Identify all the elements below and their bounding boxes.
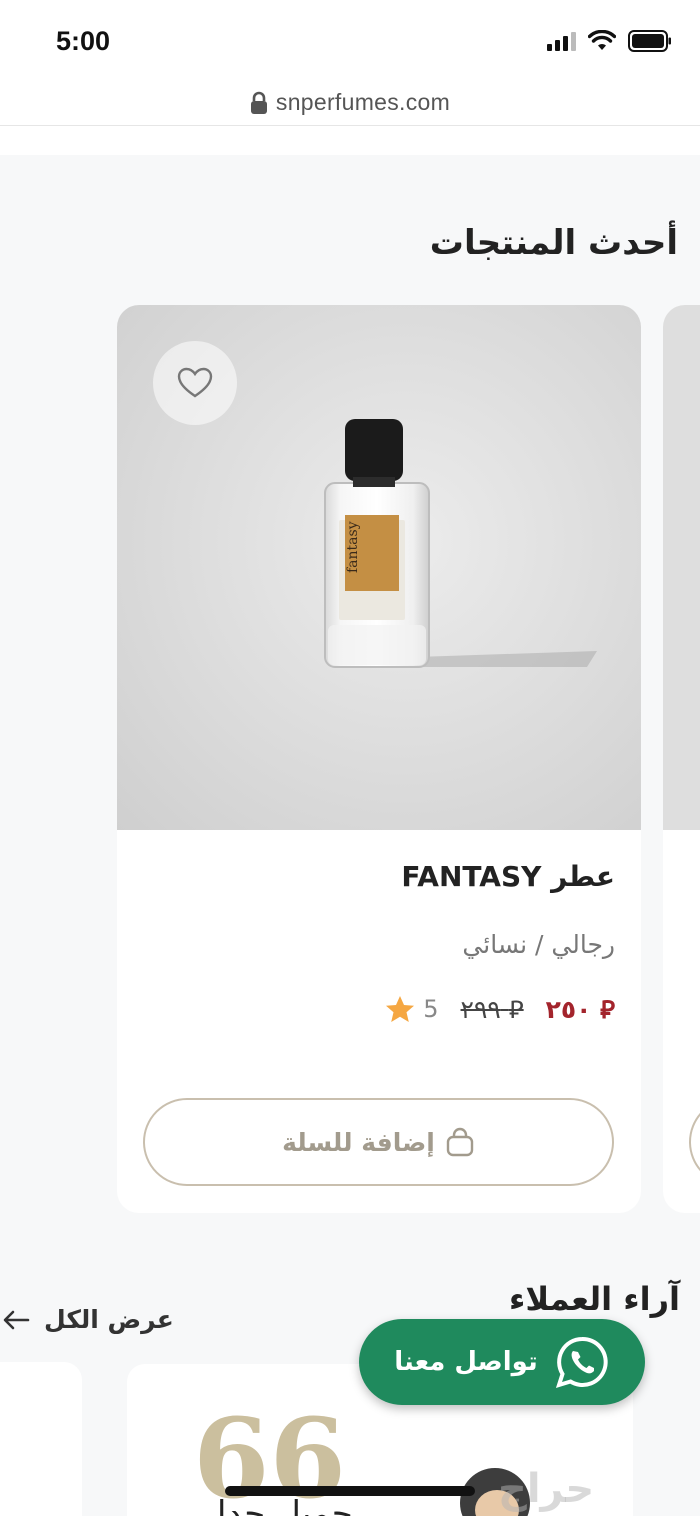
bag-icon xyxy=(446,1127,474,1157)
add-to-cart-label: إضافة للسلة xyxy=(282,1127,435,1157)
product-name[interactable]: عطر FANTASY xyxy=(401,860,615,893)
watermark-logo: حراج xyxy=(498,1466,595,1512)
add-to-cart-button-next[interactable] xyxy=(689,1098,700,1186)
review-card-prev xyxy=(0,1362,82,1516)
status-bar: 5:00 xyxy=(0,0,700,80)
battery-icon xyxy=(628,30,671,52)
view-all-label: عرض الكل xyxy=(44,1305,174,1334)
heart-icon xyxy=(177,367,213,398)
rating: 5 xyxy=(385,995,439,1023)
reviews-title: آراء العملاء xyxy=(508,1280,680,1318)
product-image[interactable]: fantasy xyxy=(117,305,641,830)
product-card-next[interactable] xyxy=(663,305,700,1213)
favorite-button[interactable] xyxy=(153,341,237,425)
add-to-cart-button[interactable]: إضافة للسلة xyxy=(143,1098,614,1186)
currency-icon: ⃁ xyxy=(508,995,524,1024)
price-old-value: ٢٩٩ xyxy=(460,995,501,1024)
whatsapp-icon xyxy=(555,1336,608,1389)
address-bar[interactable]: snperfumes.com xyxy=(0,80,700,126)
product-image-next xyxy=(663,305,700,830)
price-new-value: ٢٥٠ xyxy=(545,995,592,1024)
price-row: ٢٥٠ ⃁ ٢٩٩ ⃁ 5 xyxy=(385,993,615,1025)
price-new: ٢٥٠ ⃁ xyxy=(546,993,615,1025)
page-content: أحدث المنتجات fantasy عطر FANTASY رجالي … xyxy=(0,127,700,1516)
home-indicator xyxy=(225,1486,475,1496)
header-band xyxy=(0,127,700,155)
star-icon xyxy=(386,996,415,1022)
whatsapp-label: تواصل معنا xyxy=(394,1347,538,1377)
url-text: snperfumes.com xyxy=(275,89,451,115)
status-icons xyxy=(547,30,672,52)
whatsapp-contact-button[interactable]: تواصل معنا xyxy=(359,1319,645,1405)
rating-value: 5 xyxy=(423,995,439,1023)
section-title: أحدث المنتجات xyxy=(429,223,678,263)
wifi-icon xyxy=(588,30,616,50)
currency-icon: ⃁ xyxy=(600,995,615,1024)
status-time: 5:00 xyxy=(56,26,111,56)
view-all-link[interactable]: عرض الكل xyxy=(2,1305,174,1334)
lock-icon xyxy=(250,91,267,114)
price-old: ٢٩٩ ⃁ xyxy=(461,993,524,1025)
product-card[interactable]: fantasy عطر FANTASY رجالي / نسائي ٢٥٠ ⃁ … xyxy=(117,305,641,1213)
signal-icon xyxy=(547,31,576,51)
product-category: رجالي / نسائي xyxy=(462,930,615,959)
arrow-left-icon xyxy=(3,1310,30,1329)
review-text: جميل جدا xyxy=(217,1494,353,1516)
bottle-label-text: fantasy xyxy=(345,521,361,573)
